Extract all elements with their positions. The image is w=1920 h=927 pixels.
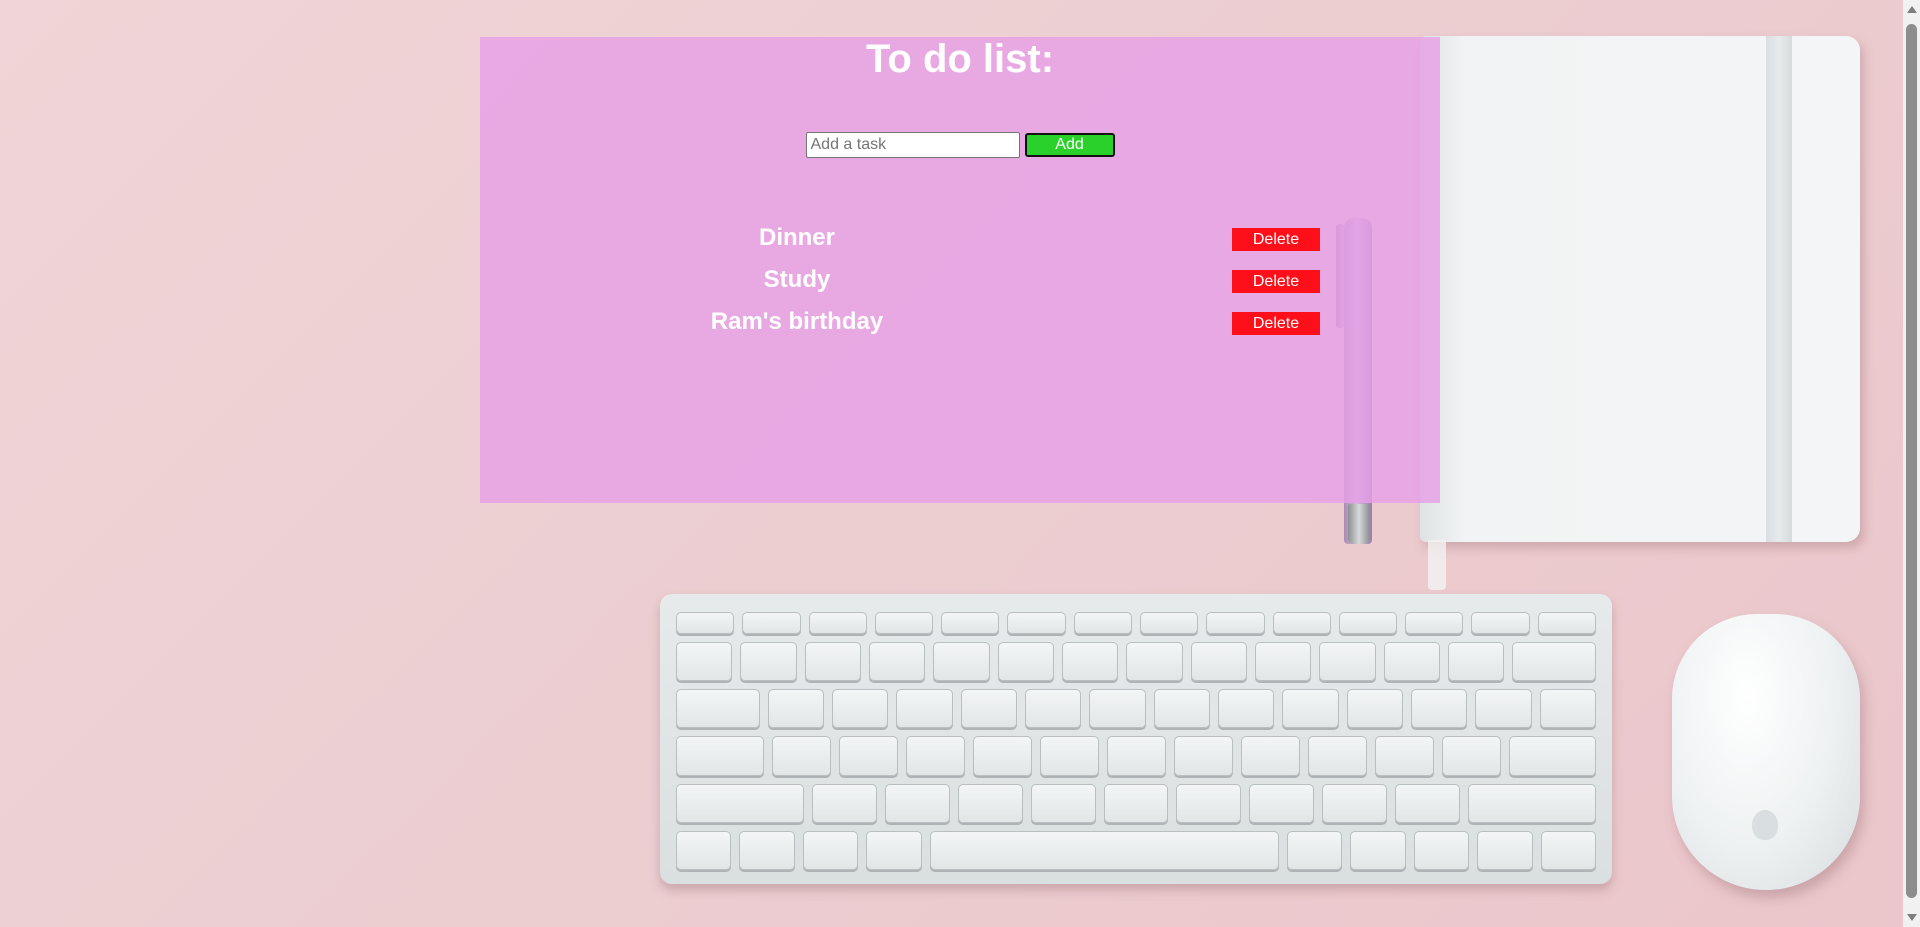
- task-input[interactable]: [805, 132, 1020, 158]
- task-label: Study: [763, 266, 831, 293]
- delete-button[interactable]: Delete: [1232, 270, 1320, 293]
- pen-tip: [1348, 504, 1370, 544]
- todo-panel: To do list: Add Dinner Delete Study Dele…: [480, 37, 1440, 503]
- add-task-form: Add: [480, 132, 1440, 158]
- delete-button[interactable]: Delete: [1232, 228, 1320, 251]
- key-row: [676, 642, 1596, 682]
- list-item: Study Delete: [480, 266, 1440, 300]
- task-label: Dinner: [758, 224, 835, 251]
- key-row: [676, 736, 1596, 776]
- key-row: [676, 783, 1596, 823]
- apple-logo-icon: [1752, 810, 1778, 840]
- add-button[interactable]: Add: [1024, 133, 1115, 157]
- page-title: To do list:: [865, 37, 1055, 81]
- list-item: Dinner Delete: [480, 224, 1440, 258]
- list-item: Ram's birthday Delete: [480, 308, 1440, 342]
- key-row: [676, 689, 1596, 729]
- notebook-icon: [1420, 36, 1860, 542]
- delete-button[interactable]: Delete: [1232, 312, 1320, 335]
- keyboard-icon: [660, 594, 1612, 884]
- notebook-ribbon: [1428, 540, 1446, 590]
- scroll-down-icon[interactable]: [1907, 914, 1917, 921]
- mouse-icon: [1672, 614, 1860, 890]
- scroll-up-icon[interactable]: [1907, 6, 1917, 13]
- key-row: [676, 612, 1596, 634]
- vertical-scrollbar[interactable]: [1903, 0, 1920, 927]
- key-row: [676, 830, 1597, 870]
- scroll-thumb[interactable]: [1906, 24, 1917, 898]
- notebook-band: [1766, 36, 1792, 542]
- keyboard-keys: [676, 612, 1597, 870]
- task-label: Ram's birthday: [710, 308, 884, 335]
